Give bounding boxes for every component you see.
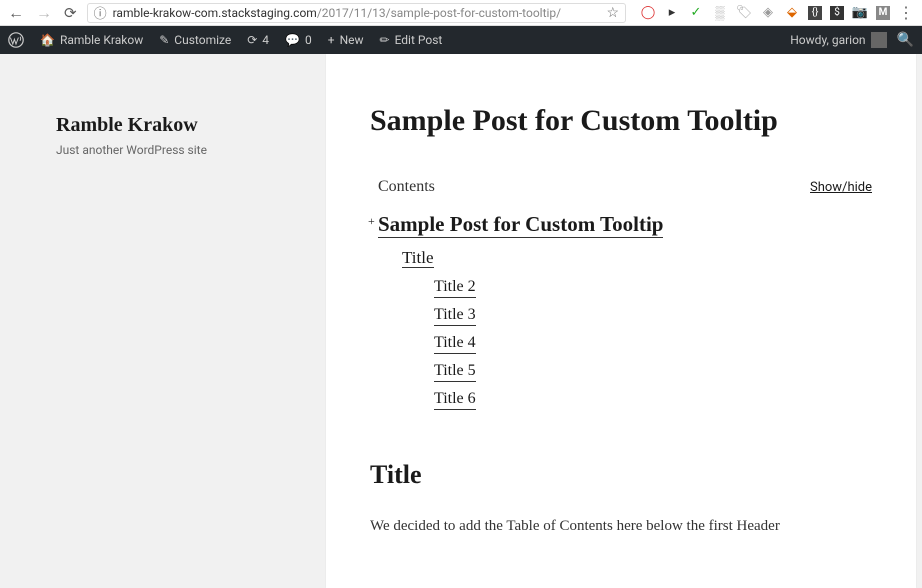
avatar (871, 32, 887, 48)
toc-toggle-link[interactable]: Show/hide (810, 180, 872, 195)
wp-comment-count: 0 (305, 33, 312, 47)
wp-account-link[interactable]: Howdy, garion (790, 32, 886, 48)
home-icon: 🏠 (40, 33, 55, 47)
site-tagline: Just another WordPress site (56, 143, 252, 157)
extension-icons: ◯ ▸ ✓ ▒ 🏷 ◈ ⬙ {} $ 📷 M ⋮ (636, 5, 914, 21)
update-icon: ⟳ (247, 33, 257, 47)
body-paragraph: We decided to add the Table of Contents … (370, 514, 872, 538)
wp-comments-link[interactable]: 💬 0 (285, 33, 312, 47)
ext-dollar-icon[interactable]: $ (830, 6, 844, 20)
ext-puzzle-icon[interactable]: ⬙ (784, 5, 800, 21)
ext-check-icon[interactable]: ✓ (688, 5, 704, 21)
browser-menu-icon[interactable]: ⋮ (898, 5, 914, 21)
browser-toolbar: ← → ⟳ ⓘ ramble-krakow-com.stackstaging.c… (0, 0, 922, 26)
ext-tag-icon[interactable]: 🏷 (736, 5, 752, 21)
page-wrap: Ramble Krakow Just another WordPress sit… (0, 54, 922, 588)
toc-l3-link[interactable]: Title 3 (434, 306, 476, 326)
toc-level3: Title 2 Title 3 Title 4 Title 5 Title 6 (434, 276, 872, 410)
post-title: Sample Post for Custom Tooltip (370, 104, 872, 138)
toc-header: Contents Show/hide (378, 178, 872, 196)
plus-icon: + (328, 33, 335, 47)
toc-l3-link[interactable]: Title 4 (434, 334, 476, 354)
toc-l3-link[interactable]: Title 6 (434, 390, 476, 410)
brush-icon: ✎ (159, 33, 169, 47)
nav-arrows: ← → ⟳ (8, 3, 77, 23)
wp-update-count: 4 (262, 33, 269, 47)
wp-updates-link[interactable]: ⟳ 4 (247, 33, 269, 47)
ext-code-icon[interactable]: {} (808, 6, 822, 20)
toc-l2-link[interactable]: Title (402, 248, 434, 268)
ext-tags-icon[interactable]: ◈ (760, 5, 776, 21)
section-heading: Title (370, 460, 872, 490)
wp-new-label: New (340, 33, 364, 47)
toc-main-link[interactable]: +Sample Post for Custom Tooltip (378, 212, 663, 238)
url-text: ramble-krakow-com.stackstaging.com/2017/… (113, 6, 562, 20)
wp-edit-label: Edit Post (395, 33, 443, 47)
table-of-contents: Contents Show/hide +Sample Post for Cust… (370, 178, 872, 410)
toc-label: Contents (378, 178, 435, 196)
pencil-icon: ✏ (380, 33, 390, 47)
ext-opera-icon[interactable]: ◯ (640, 5, 656, 21)
comment-icon: 💬 (285, 33, 300, 47)
back-button[interactable]: ← (8, 3, 24, 23)
wp-bar-left: 🏠 Ramble Krakow ✎ Customize ⟳ 4 💬 0 + Ne… (8, 32, 442, 48)
url-bar[interactable]: ⓘ ramble-krakow-com.stackstaging.com/201… (87, 3, 626, 23)
content-column: Sample Post for Custom Tooltip Contents … (276, 54, 922, 588)
ext-m-icon[interactable]: M (876, 6, 890, 20)
toc-level2: Title (402, 248, 872, 268)
wp-logo[interactable] (8, 32, 24, 48)
toc-l3-link[interactable]: Title 5 (434, 362, 476, 382)
wp-howdy-text: Howdy, garion (790, 33, 865, 47)
site-info-icon[interactable]: ⓘ (94, 3, 107, 22)
toc-l3-link[interactable]: Title 2 (434, 278, 476, 298)
ext-camera-icon[interactable]: 📷 (852, 5, 868, 21)
site-title[interactable]: Ramble Krakow (56, 114, 252, 137)
wp-new-link[interactable]: + New (328, 33, 364, 47)
wp-site-name: Ramble Krakow (60, 33, 143, 47)
toc-main-text: Sample Post for Custom Tooltip (378, 212, 663, 236)
ext-book-icon[interactable]: ▒ (712, 5, 728, 21)
post-article: Sample Post for Custom Tooltip Contents … (326, 54, 916, 588)
wp-bar-right: Howdy, garion 🔍 (790, 32, 914, 48)
wordpress-icon (8, 32, 24, 48)
wp-admin-bar: 🏠 Ramble Krakow ✎ Customize ⟳ 4 💬 0 + Ne… (0, 26, 922, 54)
toc-level1: +Sample Post for Custom Tooltip (378, 212, 872, 238)
wp-customize-link[interactable]: ✎ Customize (159, 33, 231, 47)
site-sidebar: Ramble Krakow Just another WordPress sit… (0, 54, 276, 588)
wp-search-icon[interactable]: 🔍 (897, 32, 914, 48)
forward-button[interactable]: → (36, 3, 52, 23)
plus-icon: + (368, 214, 375, 229)
wp-site-link[interactable]: 🏠 Ramble Krakow (40, 33, 143, 47)
ext-flag-icon[interactable]: ▸ (664, 5, 680, 21)
wp-edit-link[interactable]: ✏ Edit Post (380, 33, 443, 47)
reload-button[interactable]: ⟳ (64, 4, 77, 22)
bookmark-star-icon[interactable]: ☆ (606, 5, 619, 21)
wp-customize-label: Customize (174, 33, 231, 47)
